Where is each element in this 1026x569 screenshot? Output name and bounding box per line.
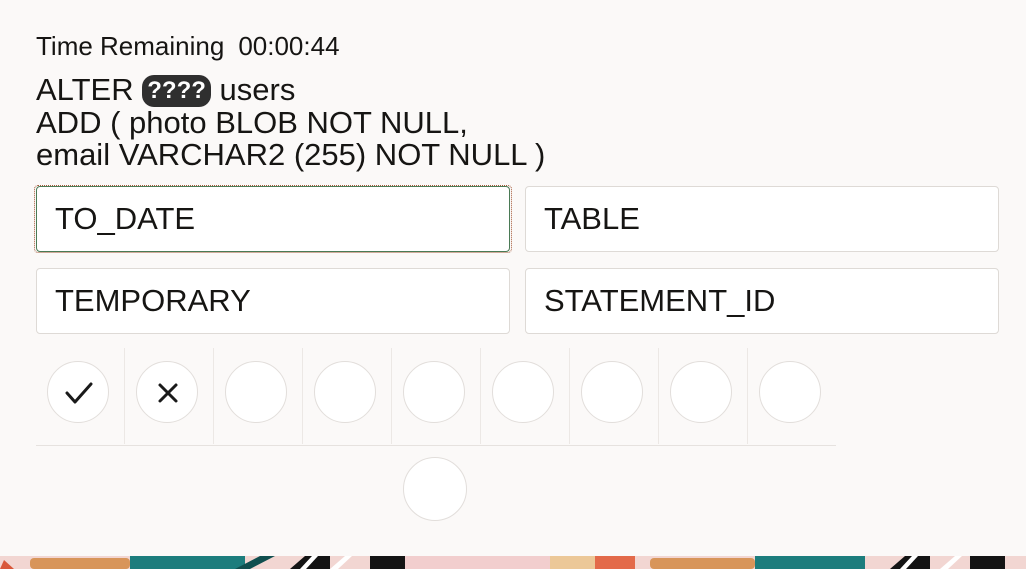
answer-slot-button[interactable] <box>314 361 376 423</box>
answer-cell <box>481 348 570 444</box>
timer-label: Time Remaining <box>36 31 225 61</box>
answer-cell <box>392 348 481 444</box>
answer-slot-button[interactable] <box>759 361 821 423</box>
question-prefix: ALTER <box>36 72 134 107</box>
decorative-banner <box>0 556 1026 569</box>
answer-cell <box>36 348 125 444</box>
check-icon <box>65 382 93 404</box>
option-to-date[interactable]: TO_DATE <box>36 186 510 252</box>
answer-cell <box>570 348 659 444</box>
answer-slot-button[interactable] <box>225 361 287 423</box>
answer-cell <box>303 348 392 444</box>
answer-slot-button[interactable] <box>581 361 643 423</box>
question-text: ALTER ???? users ADD ( photo BLOB NOT NU… <box>36 74 545 171</box>
close-icon <box>158 383 178 403</box>
question-line-2: ADD ( photo BLOB NOT NULL, <box>36 105 468 140</box>
answer-cell <box>748 348 836 444</box>
answer-status-row <box>36 348 836 446</box>
answer-slot-button[interactable] <box>403 457 467 521</box>
answer-correct-button[interactable] <box>47 361 109 423</box>
answer-slot-button[interactable] <box>403 361 465 423</box>
option-table[interactable]: TABLE <box>525 186 999 252</box>
answer-cell <box>659 348 748 444</box>
option-temporary[interactable]: TEMPORARY <box>36 268 510 334</box>
answer-slot-button[interactable] <box>670 361 732 423</box>
pattern-image <box>0 556 1026 569</box>
option-statement-id[interactable]: STATEMENT_ID <box>525 268 999 334</box>
timer: Time Remaining 00:00:44 <box>36 30 340 62</box>
question-line-3: email VARCHAR2 (255) NOT NULL ) <box>36 137 546 172</box>
answer-cell <box>214 348 303 444</box>
question-suffix: users <box>219 72 296 107</box>
timer-value: 00:00:44 <box>238 31 340 61</box>
answer-cell <box>125 348 214 444</box>
answer-incorrect-button[interactable] <box>136 361 198 423</box>
answer-slot-button[interactable] <box>492 361 554 423</box>
answer-blank[interactable]: ???? <box>142 75 211 107</box>
